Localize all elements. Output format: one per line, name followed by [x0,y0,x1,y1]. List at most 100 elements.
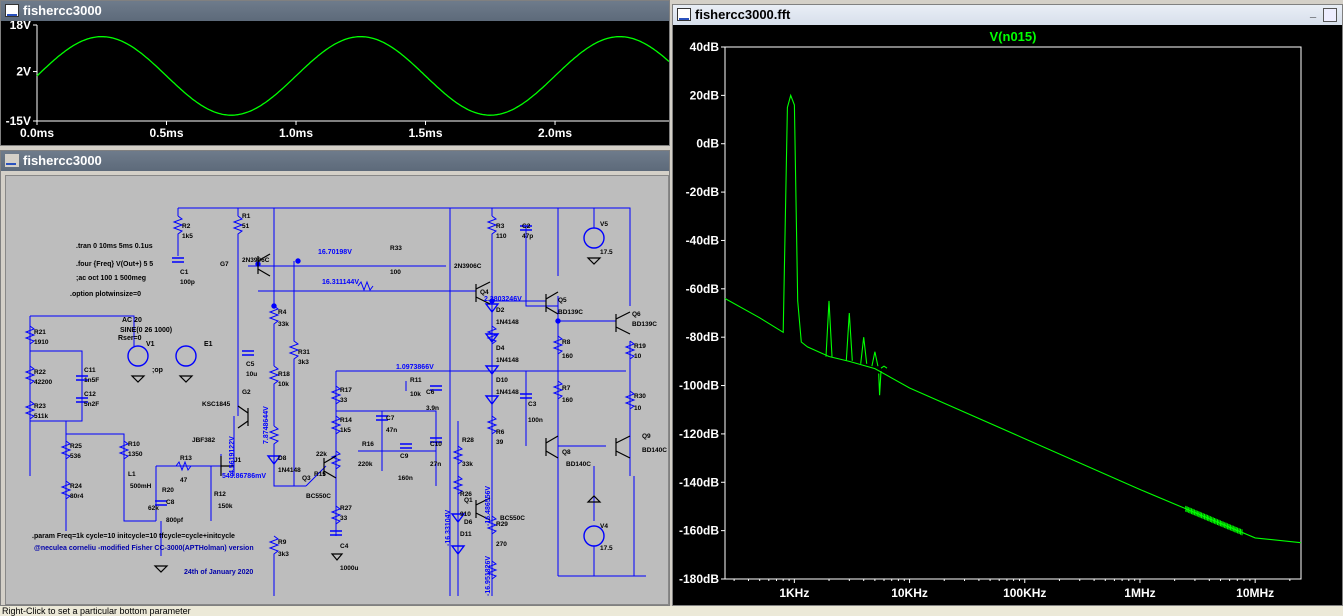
component-name: D6 [464,519,473,526]
component-value: 160 [562,353,573,360]
component-value: 800pf [166,517,184,524]
component-name: R22 [34,369,46,376]
component-value: 42200 [34,379,52,386]
fft-y-tick-label: -20dB [686,185,720,199]
directive-1: .four {Freq} V(Out+) 5 5 [76,261,153,268]
schematic-window[interactable]: fishercc3000 .tran 0 10ms 5ms 0.1us .fou… [0,150,670,606]
waveform-chart[interactable]: 18V2V-15V 0.0ms 0.5ms 1.0ms 1.5ms 2.0ms [1,18,670,145]
fft-plot[interactable]: V(n015) 40dB 20dB 0dB -20dB -40dB -60dB -80dB -… [673,25,1342,605]
node-voltage-1: 16.311144V [322,279,359,286]
component-value: 160n [398,475,413,482]
node-voltage-9: -16.951826V [485,556,492,596]
fft-window[interactable]: fishercc3000.fft _ V(n015) 40dB 20dB 0dB -2… [672,4,1343,606]
waveform-y-tick-label: 18V [10,21,31,32]
component-value: BD139C [558,309,583,316]
schematic-grounds [130,257,602,573]
node-voltage-8: -16.486556V [485,486,492,526]
component-value: 10 [634,405,642,412]
component-name: Q6 [632,311,641,318]
component-name: R33 [390,245,402,252]
component-name: C11 [84,367,96,374]
fft-y-tick-label: -100dB [679,379,719,393]
fft-titlebar[interactable]: fishercc3000.fft _ [673,5,1342,25]
component-value: BD140C [566,461,591,468]
component-value: 27n [430,461,441,468]
component-name: R13 [180,455,192,462]
component-name: C3 [528,401,537,408]
fft-y-tick-label: -140dB [679,475,719,489]
node-voltage-0: 16.70198V [318,249,352,256]
component-value: BD139C [632,321,657,328]
waveform-y-tick-label: 2V [16,65,31,79]
fft-y-tick-label: 20dB [690,88,720,102]
param-line: .param Freq=1k cycle=10 initcycle=10 tfc… [32,533,235,540]
fft-trace-label[interactable]: V(n015) [990,29,1037,44]
component-name: R4 [278,309,287,316]
component-value: 10k [278,381,289,388]
component-name: C7 [386,415,395,422]
waveform-plot[interactable]: 18V 2V -15V 0.0ms 0.5ms 1.0ms 1.5ms 2.0ms [1,18,670,145]
source-ac: AC 20 [122,317,142,324]
schematic-canvas[interactable]: .tran 0 10ms 5ms 0.1us .four {Freq} V(Ou… [5,175,669,605]
fft-y-tick-label: -180dB [679,572,719,586]
component-name: J1 [234,457,242,464]
component-name: V4 [600,523,608,530]
component-value: 33 [340,515,348,522]
component-value: 10 [634,353,642,360]
component-name: G2 [242,389,251,396]
node-voltage-4: 7.8748644V [263,406,270,444]
component-name: C8 [166,499,175,506]
component-value: 5n2F [84,401,99,408]
credit-line: @neculea corneliu -modified Fisher CC-30… [34,545,254,552]
component-name: R18 [278,371,290,378]
component-value: 1k5 [182,233,193,240]
component-value: 160 [562,397,573,404]
schematic-drawing[interactable]: .tran 0 10ms 5ms 0.1us .four {Freq} V(Ou… [6,176,668,604]
component-name: R11 [410,377,422,384]
component-name: D2 [496,307,505,314]
waveform-x-tick-label: 1.0ms [279,126,313,140]
component-name: C5 [246,361,255,368]
source-rser: Rser=0 [118,335,142,342]
component-name: R14 [340,417,352,424]
component-value: 2N3906C [454,263,482,270]
component-value: 3k3 [298,359,309,366]
fft-chart[interactable]: V(n015) 40dB 20dB 0dB -20dB -40dB -60dB -80dB -… [673,25,1342,605]
directive-3: .option plotwinsize=0 [70,291,141,298]
minimize-button[interactable]: _ [1306,8,1320,22]
component-name: V5 [600,221,608,228]
component-value: 10u [246,371,257,378]
component-name: Q1 [464,497,473,504]
schematic-titlebar[interactable]: fishercc3000 [1,151,669,171]
component-value: 100 [390,269,401,276]
waveform-x-tick-label: 0.5ms [149,126,183,140]
restore-button[interactable] [1323,8,1337,22]
waveform-window-icon [5,4,19,17]
component-value: 511k [34,413,48,420]
component-value: BC550C [306,493,331,500]
waveform-trace [36,35,670,116]
component-name: R19 [634,343,646,350]
schematic-title: fishercc3000 [23,153,102,168]
component-name: C12 [84,391,96,398]
fft-x-tick-label: 10KHz [891,586,928,600]
component-name: R17 [340,387,352,394]
component-name: R8 [562,339,571,346]
component-name: R1 [242,213,251,220]
component-name: C4 [340,543,349,550]
component-name: R6 [496,429,505,436]
fft-y-tick-label: 0dB [696,137,719,151]
fft-y-tick-label: -160dB [679,524,719,538]
waveform-title: fishercc3000 [23,3,102,18]
component-name: C1 [180,269,189,276]
source-e1: E1 [204,341,213,348]
component-value: 1N4148 [496,319,519,326]
waveform-titlebar[interactable]: fishercc3000 [1,1,669,21]
component-value: 150k [218,503,233,510]
component-value: 22k [316,451,327,458]
date-line: 24th of January 2020 [184,569,253,576]
schematic-window-icon [5,154,19,167]
component-name: Q4 [480,289,489,296]
waveform-window[interactable]: fishercc3000 18V 2V -15V 0.0ms 0.5ms 1.0ms 1.… [0,0,670,146]
component-name: R12 [214,491,226,498]
